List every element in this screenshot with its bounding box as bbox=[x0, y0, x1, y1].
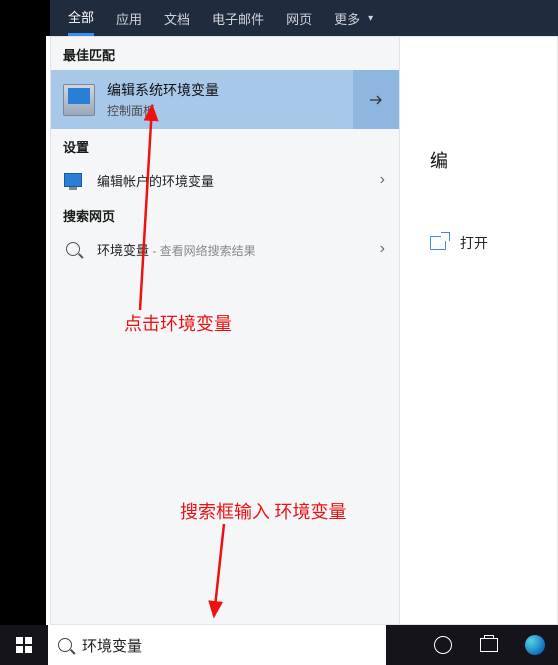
settings-result-edit-user-env[interactable]: 编辑帐户的环境变量 › bbox=[51, 162, 399, 198]
task-view-icon bbox=[480, 638, 498, 652]
preview-title: 编 bbox=[430, 147, 557, 173]
open-icon bbox=[430, 236, 446, 250]
control-panel-icon bbox=[63, 84, 95, 116]
cortana-button[interactable] bbox=[420, 625, 466, 665]
edge-icon bbox=[525, 635, 545, 655]
tab-more[interactable]: 更多 bbox=[334, 0, 360, 36]
chevron-down-icon: ▾ bbox=[368, 13, 373, 24]
section-best-match: 最佳匹配 bbox=[51, 37, 399, 70]
tab-documents[interactable]: 文档 bbox=[164, 0, 190, 36]
web-result-term: 环境变量 bbox=[97, 243, 149, 258]
best-match-item[interactable]: 编辑系统环境变量 控制面板 bbox=[51, 70, 399, 129]
chevron-right-icon: › bbox=[380, 171, 385, 189]
tab-apps[interactable]: 应用 bbox=[116, 0, 142, 36]
tab-web[interactable]: 网页 bbox=[286, 0, 312, 36]
taskbar-search-box[interactable] bbox=[48, 625, 386, 665]
taskbar bbox=[0, 625, 558, 665]
settings-result-label: 编辑帐户的环境变量 bbox=[97, 171, 214, 190]
best-match-subtitle: 控制面板 bbox=[107, 102, 219, 119]
windows-logo-icon bbox=[16, 637, 32, 653]
tab-all[interactable]: 全部 bbox=[68, 0, 94, 36]
search-icon bbox=[58, 638, 72, 652]
arrow-right-icon bbox=[367, 91, 385, 109]
section-search-web: 搜索网页 bbox=[51, 198, 399, 231]
best-match-expand-button[interactable] bbox=[353, 70, 399, 129]
result-preview-pane: 编 打开 bbox=[400, 36, 558, 625]
preview-open-label: 打开 bbox=[460, 233, 488, 253]
taskbar-tray bbox=[420, 625, 558, 665]
web-result-item[interactable]: 环境变量 - 查看网络搜索结果 › bbox=[51, 231, 399, 267]
search-category-tabs: 全部 应用 文档 电子邮件 网页 更多 ▾ bbox=[50, 0, 558, 36]
monitor-icon bbox=[63, 170, 83, 190]
best-match-title: 编辑系统环境变量 bbox=[107, 80, 219, 100]
task-view-button[interactable] bbox=[466, 625, 512, 665]
chevron-right-icon: › bbox=[380, 240, 385, 258]
search-results-panel: 最佳匹配 编辑系统环境变量 控制面板 设置 编辑帐户的环境变量 › 搜索网页 环… bbox=[50, 36, 400, 625]
section-settings: 设置 bbox=[51, 129, 399, 162]
cortana-icon bbox=[434, 636, 452, 654]
edge-button[interactable] bbox=[512, 625, 558, 665]
preview-open-action[interactable]: 打开 bbox=[430, 233, 557, 253]
start-button[interactable] bbox=[0, 625, 48, 665]
web-result-hint: - 查看网络搜索结果 bbox=[149, 244, 256, 258]
tab-email[interactable]: 电子邮件 bbox=[212, 0, 264, 36]
search-icon bbox=[63, 239, 83, 259]
taskbar-search-input[interactable] bbox=[82, 637, 376, 654]
